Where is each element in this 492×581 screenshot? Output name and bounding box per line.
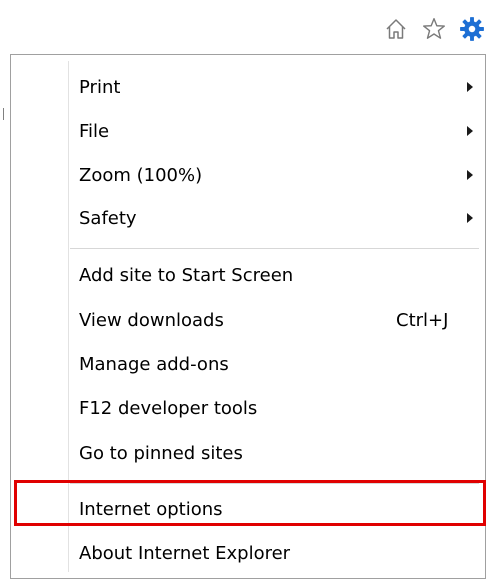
menu-item-file[interactable]: File [11, 109, 485, 153]
menu-item-shortcut: Ctrl+J [396, 309, 449, 331]
menu-item-f12-developer-tools[interactable]: F12 developer tools [11, 386, 485, 430]
submenu-arrow-icon [467, 213, 473, 223]
favorites-star-icon[interactable] [420, 15, 448, 43]
menu-item-safety[interactable]: Safety [11, 196, 485, 240]
menu-item-label: Safety [79, 207, 137, 229]
menu-item-label: Internet options [79, 498, 223, 520]
menu-item-label: Add site to Start Screen [79, 264, 294, 286]
submenu-arrow-icon [467, 82, 473, 92]
menu-item-label: Zoom (100%) [79, 164, 203, 186]
menu-item-view-downloads[interactable]: View downloads Ctrl+J [11, 298, 485, 342]
menu-item-label: Go to pinned sites [79, 442, 243, 464]
browser-toolbar-icons [382, 12, 486, 46]
menu-item-label: About Internet Explorer [79, 542, 291, 564]
menu-item-go-to-pinned-sites[interactable]: Go to pinned sites [11, 431, 485, 475]
home-icon[interactable] [382, 15, 410, 43]
menu-separator [70, 483, 479, 484]
menu-item-print[interactable]: Print [11, 65, 485, 109]
menu-item-label: Print [79, 76, 121, 98]
menu-item-label: Manage add-ons [79, 353, 229, 375]
ie-tools-menu-screen: Print File Zoom (100%) Safety Add site t… [0, 0, 492, 581]
menu-item-manage-add-ons[interactable]: Manage add-ons [11, 342, 485, 386]
submenu-arrow-icon [467, 126, 473, 136]
menu-item-label: File [79, 120, 110, 142]
menu-item-label: F12 developer tools [79, 397, 258, 419]
menu-item-add-site-to-start-screen[interactable]: Add site to Start Screen [11, 253, 485, 297]
menu-separator [70, 248, 479, 249]
menu-item-label: View downloads [79, 309, 224, 331]
tools-gear-icon[interactable] [458, 15, 486, 43]
menu-item-internet-options[interactable]: Internet options [11, 487, 485, 531]
submenu-arrow-icon [467, 170, 473, 180]
menu-item-about-internet-explorer[interactable]: About Internet Explorer [11, 531, 485, 575]
menu-item-zoom[interactable]: Zoom (100%) [11, 153, 485, 197]
tools-dropdown-menu: Print File Zoom (100%) Safety Add site t… [10, 54, 486, 579]
window-edge-mark [3, 108, 4, 120]
